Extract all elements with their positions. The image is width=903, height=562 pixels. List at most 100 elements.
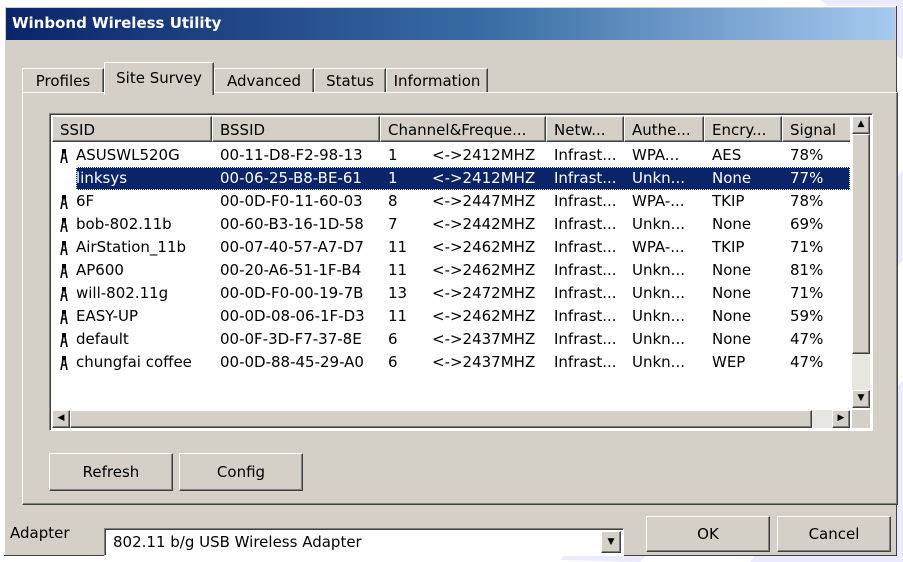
table-cell: Unkn... bbox=[632, 284, 685, 302]
table-row[interactable]: 6F 00-0D-F0-11-60-03 8 <->2447MHZ Infrast...… bbox=[52, 190, 850, 213]
signal-tower-icon bbox=[60, 287, 68, 302]
column-header-encryption[interactable]: Encry... bbox=[704, 116, 782, 142]
table-cell: AirStation_11b bbox=[76, 238, 187, 256]
refresh-button[interactable]: Refresh bbox=[49, 453, 173, 491]
table-cell: <->2437MHZ bbox=[432, 330, 536, 348]
site-survey-panel: SSID BSSID Channel&Freque... Netw... Aut… bbox=[22, 92, 898, 505]
table-row[interactable]: chungfai coffee 00-0D-88-45-29-A0 6 <->2437… bbox=[52, 351, 850, 374]
table-row[interactable]: will-802.11g 00-0D-F0-00-19-7B 13 <->2472MH… bbox=[52, 282, 850, 305]
site-survey-list[interactable]: SSID BSSID Channel&Freque... Netw... Aut… bbox=[49, 113, 873, 431]
table-cell: TKIP bbox=[712, 192, 745, 210]
tab-label: Information bbox=[393, 72, 481, 90]
tab-status[interactable]: Status bbox=[314, 68, 386, 93]
tab-label: Site Survey bbox=[116, 69, 202, 87]
signal-tower-icon bbox=[60, 333, 68, 348]
adapter-select[interactable]: 802.11 b/g USB Wireless Adapter ▼ bbox=[104, 528, 624, 556]
vertical-scrollbar[interactable]: ▲ ▼ bbox=[852, 116, 870, 408]
table-row[interactable]: AirStation_11b 00-07-40-57-A7-D7 11 <->2462… bbox=[52, 236, 850, 259]
tab-site-survey[interactable]: Site Survey bbox=[104, 62, 214, 95]
tab-information[interactable]: Information bbox=[386, 68, 488, 93]
tab-profiles[interactable]: Profiles bbox=[22, 68, 104, 93]
tab-label: Advanced bbox=[226, 72, 302, 90]
horizontal-scroll-thumb[interactable] bbox=[70, 410, 812, 428]
table-cell: 71% bbox=[790, 238, 824, 256]
table-cell: None bbox=[712, 215, 752, 233]
table-cell: <->2447MHZ bbox=[432, 192, 536, 210]
title-bar: Winbond Wireless Utility bbox=[6, 8, 895, 40]
table-cell: <->2462MHZ bbox=[432, 238, 536, 256]
table-cell: Infrast... bbox=[554, 146, 617, 164]
table-cell: 6 bbox=[388, 353, 398, 371]
scroll-right-button[interactable]: ▶ bbox=[832, 410, 850, 428]
table-cell: 11 bbox=[388, 261, 408, 279]
table-cell: 00-0D-08-06-1F-D3 bbox=[220, 307, 365, 325]
table-cell: 81% bbox=[790, 261, 824, 279]
table-cell: will-802.11g bbox=[76, 284, 169, 302]
table-cell: Unkn... bbox=[632, 330, 685, 348]
table-cell: Infrast... bbox=[554, 353, 617, 371]
column-header-authentication[interactable]: Authe... bbox=[624, 116, 704, 142]
scroll-left-button[interactable]: ◀ bbox=[52, 410, 70, 428]
table-cell: 11 bbox=[388, 307, 408, 325]
table-cell: WPA... bbox=[632, 146, 680, 164]
table-cell: None bbox=[712, 261, 752, 279]
vertical-scroll-thumb[interactable] bbox=[852, 134, 870, 354]
table-cell: 6 bbox=[388, 330, 398, 348]
table-cell: 71% bbox=[790, 284, 824, 302]
table-row[interactable]: EASY-UP 00-0D-08-06-1F-D3 11 <->2462MHZ Infr… bbox=[52, 305, 850, 328]
table-cell: 00-0D-88-45-29-A0 bbox=[220, 353, 364, 371]
table-cell: 78% bbox=[790, 146, 824, 164]
table-row[interactable]: bob-802.11b 00-60-B3-16-1D-58 7 <->2442MHZ I… bbox=[52, 213, 850, 236]
table-cell: 00-60-B3-16-1D-58 bbox=[220, 215, 364, 233]
table-cell: Infrast... bbox=[554, 284, 617, 302]
signal-tower-icon bbox=[60, 241, 68, 256]
chevron-down-icon[interactable]: ▼ bbox=[601, 531, 621, 553]
table-cell: 1 bbox=[388, 146, 398, 164]
scroll-up-button[interactable]: ▲ bbox=[852, 116, 870, 134]
window-title: Winbond Wireless Utility bbox=[12, 14, 222, 32]
table-cell: None bbox=[712, 284, 752, 302]
table-cell: Infrast... bbox=[554, 330, 617, 348]
horizontal-scrollbar[interactable]: ◀ ▶ bbox=[52, 410, 850, 428]
column-header-network[interactable]: Netw... bbox=[546, 116, 624, 142]
column-header-channel[interactable]: Channel&Freque... bbox=[380, 116, 546, 142]
table-cell: 00-0D-F0-11-60-03 bbox=[220, 192, 363, 210]
table-row[interactable]: default 00-0F-3D-F7-37-8E 6 <->2437MHZ Infra… bbox=[52, 328, 850, 351]
table-cell: None bbox=[712, 330, 752, 348]
tab-advanced[interactable]: Advanced bbox=[214, 68, 314, 93]
table-cell: 47% bbox=[790, 353, 824, 371]
table-row[interactable]: ASUSWL520G 00-11-D8-F2-98-13 1 <->2412MHZ In… bbox=[52, 144, 850, 167]
table-cell: default bbox=[76, 330, 129, 348]
table-cell: Unkn... bbox=[632, 261, 685, 279]
table-row[interactable]: linksys 00-06-25-B8-BE-61 1 <->2412MHZ Infra… bbox=[52, 167, 850, 190]
signal-tower-icon bbox=[60, 356, 68, 371]
table-cell: Unkn... bbox=[632, 353, 685, 371]
table-cell: 7 bbox=[388, 215, 398, 233]
table-cell: <->2442MHZ bbox=[432, 215, 536, 233]
table-cell: chungfai coffee bbox=[76, 353, 192, 371]
table-cell: EASY-UP bbox=[76, 307, 139, 325]
scroll-down-button[interactable]: ▼ bbox=[852, 390, 870, 408]
signal-tower-icon bbox=[60, 195, 68, 210]
column-header-ssid[interactable]: SSID bbox=[52, 116, 212, 142]
cancel-button[interactable]: Cancel bbox=[777, 516, 891, 552]
table-cell: 8 bbox=[388, 192, 398, 210]
table-cell: 00-0F-3D-F7-37-8E bbox=[220, 330, 362, 348]
table-cell: Infrast... bbox=[554, 261, 617, 279]
table-row[interactable]: AP600 00-20-A6-51-1F-B4 11 <->2462MHZ Infras… bbox=[52, 259, 850, 282]
table-cell: 69% bbox=[790, 215, 824, 233]
table-cell: 59% bbox=[790, 307, 824, 325]
table-cell: AES bbox=[712, 146, 742, 164]
table-cell: 78% bbox=[790, 192, 824, 210]
table-cell: <->2412MHZ bbox=[432, 146, 536, 164]
ok-button[interactable]: OK bbox=[646, 516, 770, 552]
column-header-signal[interactable]: Signal bbox=[782, 116, 850, 142]
column-header-bssid[interactable]: BSSID bbox=[212, 116, 380, 142]
table-cell: <->2437MHZ bbox=[432, 353, 536, 371]
signal-tower-icon bbox=[60, 149, 68, 164]
signal-tower-icon bbox=[60, 172, 68, 187]
table-cell: 11 bbox=[388, 238, 408, 256]
config-button[interactable]: Config bbox=[179, 453, 303, 491]
table-cell: <->2462MHZ bbox=[432, 261, 536, 279]
scrollbar-corner bbox=[852, 410, 870, 428]
